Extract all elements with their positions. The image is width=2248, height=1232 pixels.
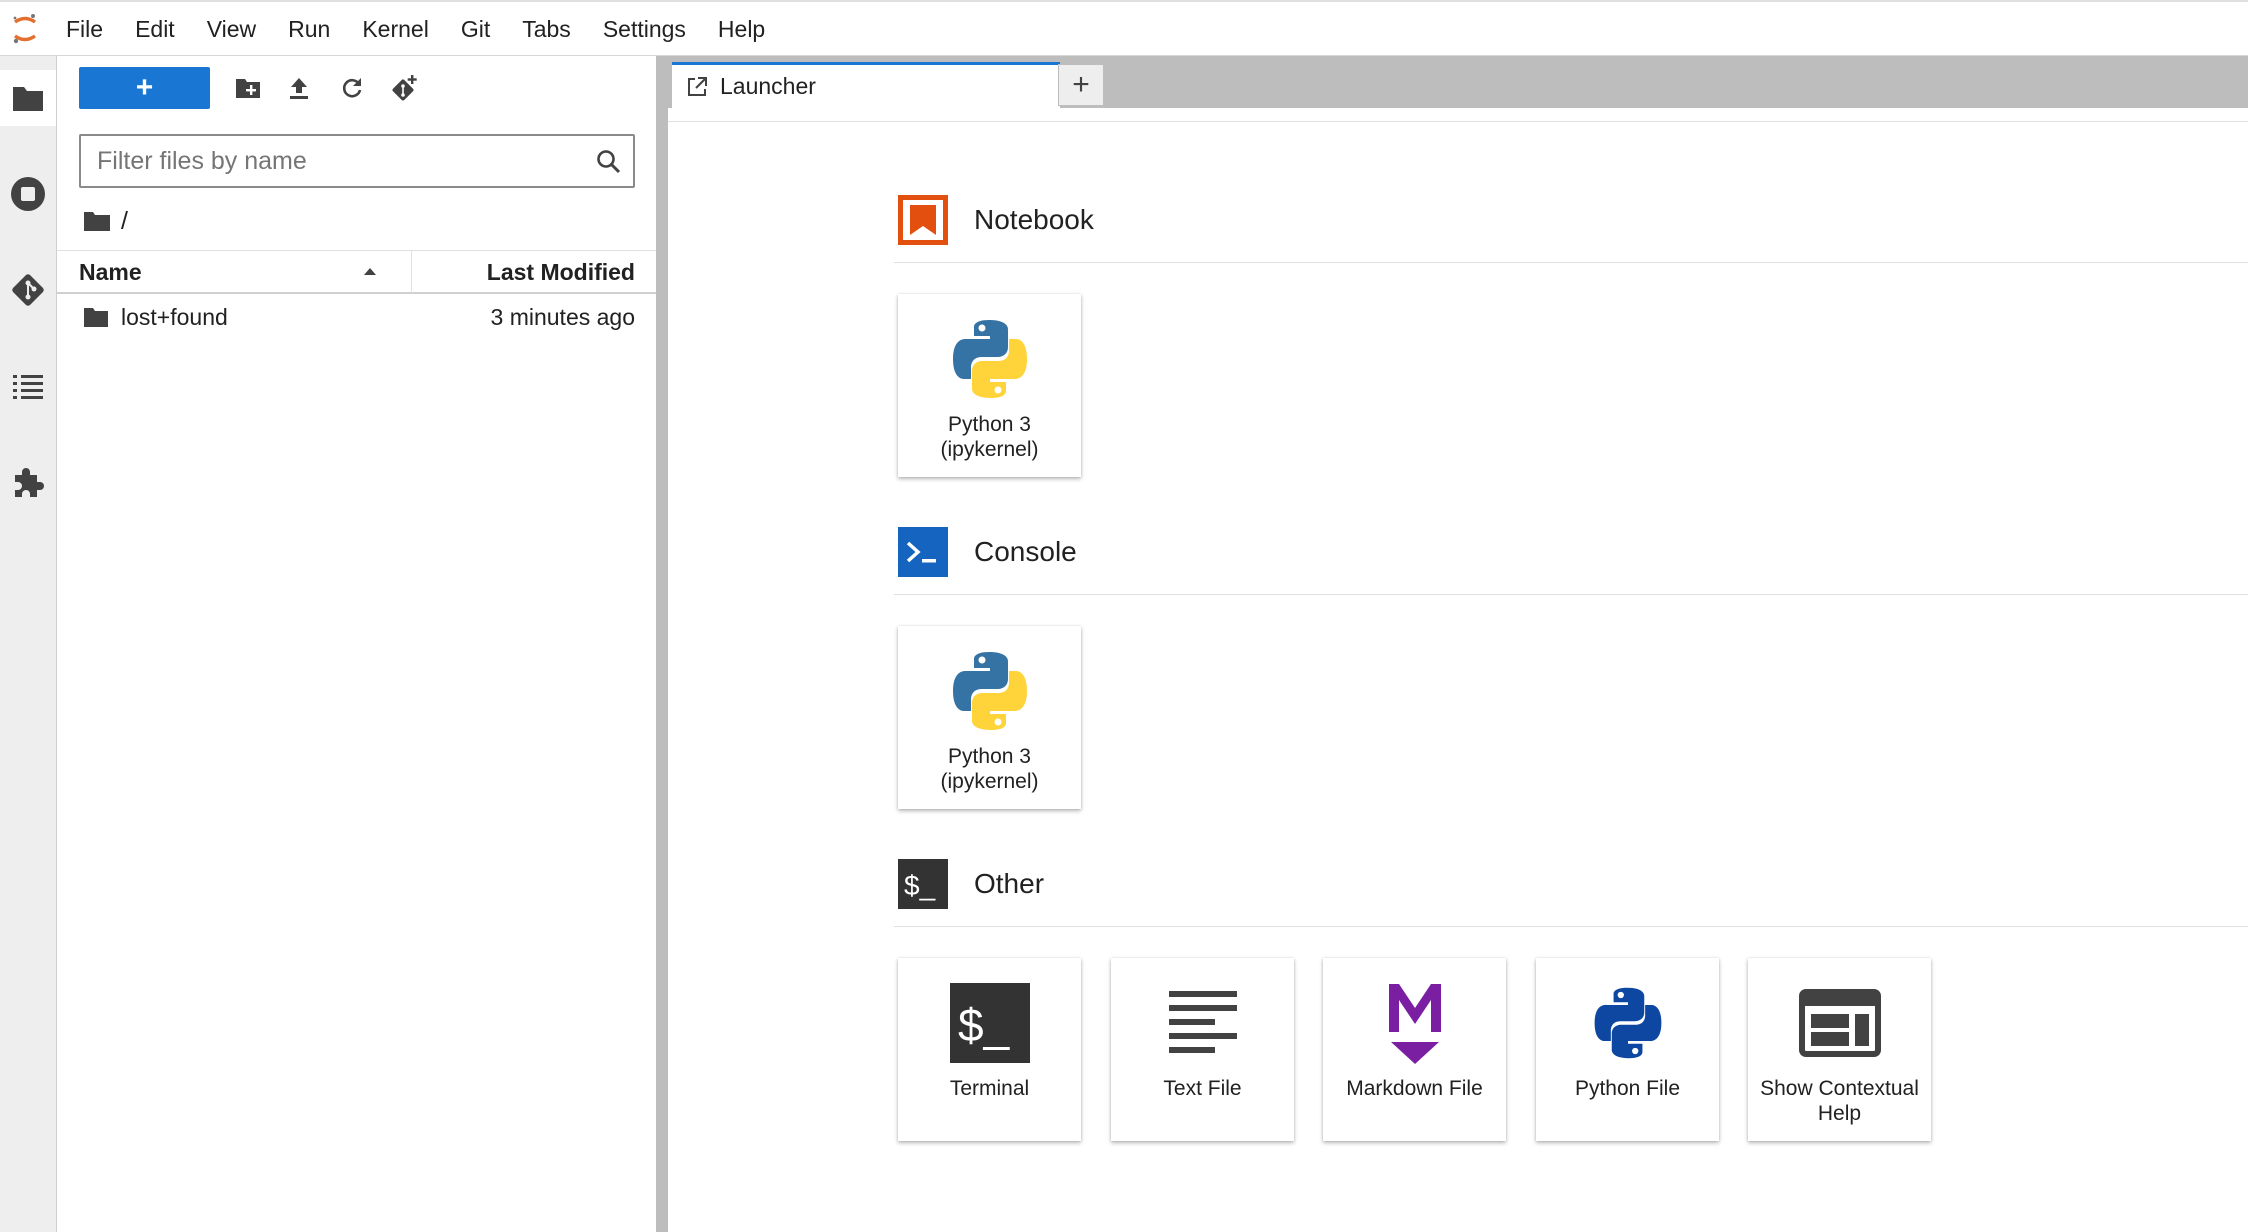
python-file-icon [1594, 987, 1661, 1059]
new-folder-icon [236, 79, 260, 98]
file-browser-tab[interactable] [0, 70, 56, 126]
main-area: Launcher + Notebook Python 3 (ipykernel) [668, 56, 2248, 1232]
section-divider [894, 262, 2248, 263]
table-of-contents-tab[interactable] [0, 358, 56, 414]
card-label: Markdown File [1346, 1077, 1483, 1100]
contextual-help-icon [1798, 989, 1881, 1057]
card-label: Python 3 (ipykernel) [940, 413, 1039, 461]
tab-label: Launcher [720, 73, 816, 99]
launcher-icon [688, 76, 707, 96]
svg-text:$_: $_ [958, 999, 1011, 1051]
activity-bar [0, 56, 57, 1232]
tab-content-border [668, 108, 2248, 122]
new-folder-button[interactable] [230, 70, 266, 106]
extension-manager-tab[interactable] [0, 454, 56, 510]
extension-icon [15, 468, 44, 497]
home-folder-icon[interactable] [83, 210, 111, 232]
console-icon [898, 527, 948, 577]
terminal-card[interactable]: $_ Terminal [898, 958, 1081, 1141]
python-logo-icon [952, 652, 1027, 730]
menu-view[interactable]: View [191, 2, 272, 56]
section-divider [894, 594, 2248, 595]
terminal-icon: $_ [949, 983, 1030, 1063]
menu-tabs[interactable]: Tabs [506, 2, 587, 56]
menu-run[interactable]: Run [272, 2, 346, 56]
other-section-header: $_ Other [898, 859, 1044, 909]
new-launcher-button[interactable]: + [79, 67, 210, 109]
git-icon [12, 274, 44, 306]
console-python3-card[interactable]: Python 3 (ipykernel) [898, 626, 1081, 809]
breadcrumb-root[interactable]: / [121, 207, 128, 236]
card-label: Python File [1574, 1077, 1681, 1100]
search-icon [597, 150, 621, 174]
python-file-card[interactable]: Python File [1536, 958, 1719, 1141]
menu-kernel[interactable]: Kernel [346, 2, 444, 56]
refresh-icon [342, 78, 362, 98]
breadcrumb: / [83, 204, 128, 238]
notebook-section-title: Notebook [974, 204, 1094, 235]
column-divider[interactable] [411, 251, 412, 293]
file-browser-panel: + Filter files by name / Name Last Modif… [57, 56, 656, 1232]
filter-files-input[interactable] [97, 146, 577, 176]
menu-file[interactable]: File [50, 2, 119, 56]
file-list-header: Name Last Modified [57, 250, 656, 294]
card-label: Terminal [949, 1077, 1030, 1100]
contextual-help-card[interactable]: Show Contextual Help [1748, 958, 1931, 1141]
toc-icon [13, 375, 43, 399]
markdown-file-card[interactable]: Markdown File [1323, 958, 1506, 1141]
file-name: lost+found [121, 304, 228, 330]
file-list-item[interactable]: lost+found 3 minutes ago [57, 296, 656, 338]
git-clone-icon [392, 75, 417, 101]
running-icon [11, 177, 45, 211]
sort-ascending-icon[interactable] [363, 267, 377, 276]
file-browser-toolbar: + [57, 56, 656, 120]
other-section-title: Other [974, 868, 1045, 899]
svg-text:$_: $_ [904, 870, 936, 901]
notebook-icon [898, 195, 948, 245]
last-modified-column-header[interactable]: Last Modified [487, 251, 635, 293]
plus-icon: + [135, 71, 154, 104]
notebook-section-header: Notebook [898, 195, 1094, 245]
menu-bar: File Edit View Run Kernel Git Tabs Setti… [0, 0, 2248, 56]
git-tab[interactable] [0, 262, 56, 318]
python-logo-icon [952, 320, 1027, 398]
name-column-header[interactable]: Name [79, 251, 142, 293]
refresh-button[interactable] [334, 70, 370, 106]
menu-settings[interactable]: Settings [587, 2, 702, 56]
tab-launcher[interactable]: Launcher [672, 62, 1060, 108]
jupyter-logo-icon[interactable] [0, 2, 50, 56]
markdown-icon [1388, 984, 1441, 1064]
text-file-icon [1168, 991, 1237, 1053]
upload-button[interactable] [281, 70, 317, 106]
console-section-header: Console [898, 527, 1077, 577]
file-modified: 3 minutes ago [490, 304, 635, 330]
menu-edit[interactable]: Edit [119, 2, 191, 56]
folder-icon [84, 308, 108, 327]
notebook-python3-card[interactable]: Python 3 (ipykernel) [898, 294, 1081, 477]
folder-icon [13, 87, 43, 111]
panel-splitter[interactable] [656, 56, 668, 1232]
card-label: Python 3 (ipykernel) [940, 745, 1039, 793]
text-file-card[interactable]: Text File [1111, 958, 1294, 1141]
console-section-title: Console [974, 536, 1077, 567]
git-clone-button[interactable] [386, 70, 422, 106]
plus-icon: + [1072, 68, 1090, 101]
card-label: Text File [1163, 1077, 1242, 1100]
terminal-section-icon: $_ [898, 859, 948, 909]
tab-bar: Launcher + [668, 56, 2248, 108]
running-sessions-tab[interactable] [0, 166, 56, 222]
menu-help[interactable]: Help [702, 2, 781, 56]
file-filter-field [79, 134, 635, 188]
section-divider [894, 926, 2248, 927]
card-label: Show Contextual Help [1760, 1077, 1919, 1125]
upload-icon [290, 78, 308, 99]
menu-git[interactable]: Git [445, 2, 506, 56]
add-tab-button[interactable]: + [1058, 64, 1104, 106]
